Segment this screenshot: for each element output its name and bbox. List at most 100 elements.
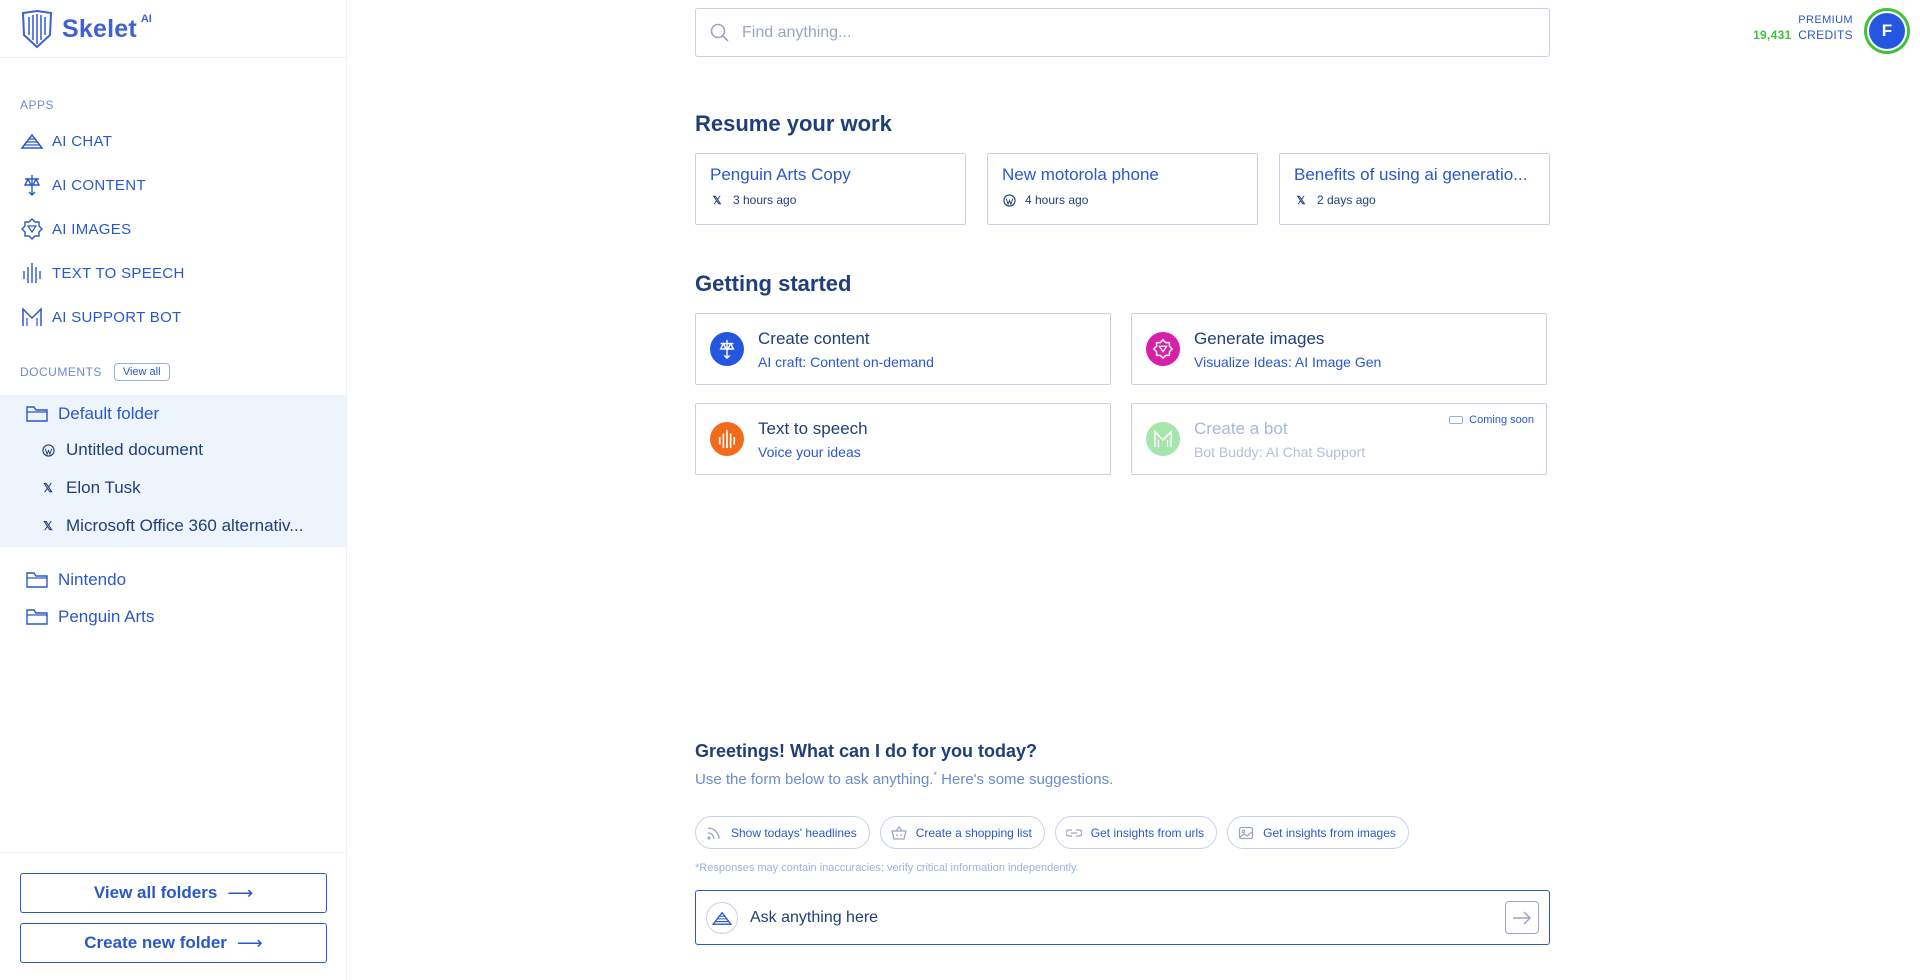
- nav-item-ai-chat[interactable]: AI CHAT: [20, 127, 112, 155]
- divider: [0, 57, 347, 58]
- plan-tier: PREMIUM: [1798, 14, 1853, 26]
- x-icon: 𝕏: [43, 481, 53, 495]
- resume-card[interactable]: Penguin Arts Copy 𝕏 3 hours ago: [695, 153, 966, 225]
- folder-label: Penguin Arts: [58, 607, 155, 626]
- nav-item-text-to-speech[interactable]: TEXT TO SPEECH: [20, 259, 185, 287]
- folder-icon: [26, 609, 48, 625]
- rss-icon: [707, 826, 720, 839]
- document-item[interactable]: 𝕏 Microsoft Office 360 alternativ...: [40, 511, 303, 541]
- document-label: Untitled document: [66, 440, 204, 459]
- create-content-icon: [710, 332, 744, 366]
- resume-card-meta: 𝕏 2 days ago: [1294, 193, 1535, 207]
- document-label: Microsoft Office 360 alternativ...: [66, 516, 304, 535]
- resume-card[interactable]: Benefits of using ai generatio... 𝕏 2 da…: [1279, 153, 1550, 225]
- suggestion-chip-shopping[interactable]: Create a shopping list: [879, 816, 1045, 849]
- badge-label: Coming soon: [1469, 414, 1534, 426]
- greeting-title: Greetings! What can I do for you today?: [695, 741, 1038, 761]
- nav-item-ai-support-bot[interactable]: AI SUPPORT BOT: [20, 303, 182, 331]
- resume-card-title: New motorola phone: [1002, 165, 1159, 184]
- ai-chat-icon: [20, 129, 44, 153]
- resume-card-meta: 𝕏 3 hours ago: [710, 193, 951, 207]
- nav-item-ai-content[interactable]: AI CONTENT: [20, 171, 146, 199]
- card-title: Text to speech: [758, 418, 868, 438]
- ai-content-icon: [20, 173, 44, 197]
- documents-header: DOCUMENTS View all: [20, 363, 170, 381]
- folder-default[interactable]: Default folder: [26, 399, 159, 429]
- generate-images-icon: [1146, 332, 1180, 366]
- chip-label: Show todays' headlines: [731, 825, 857, 840]
- folder-nintendo[interactable]: Nintendo: [26, 565, 126, 595]
- card-text: Create a bot Bot Buddy: AI Chat Support: [1194, 419, 1365, 460]
- ai-support-bot-icon: [20, 305, 44, 329]
- text-to-speech-card[interactable]: Text to speech Voice your ideas: [695, 403, 1111, 475]
- battery-icon: [1449, 416, 1464, 424]
- image-icon: [1239, 826, 1254, 839]
- resume-card-meta: 4 hours ago: [1002, 193, 1243, 207]
- card-text: Create content AI craft: Content on-dema…: [758, 329, 934, 370]
- resume-card-time: 3 hours ago: [733, 193, 797, 207]
- view-all-documents-button[interactable]: View all: [113, 363, 170, 381]
- card-subtitle: Visualize Ideas: AI Image Gen: [1194, 353, 1382, 370]
- create-content-card[interactable]: Create content AI craft: Content on-dema…: [695, 313, 1111, 385]
- card-title: Generate images: [1194, 328, 1325, 348]
- suggestion-chip-urls[interactable]: Get insights from urls: [1054, 816, 1218, 849]
- suggestion-chips: Show todays' headlines Create a shopping…: [695, 816, 1419, 849]
- resume-card-title: Benefits of using ai generatio...: [1294, 165, 1528, 184]
- wordpress-icon: [1002, 193, 1016, 207]
- document-item[interactable]: 𝕏 Elon Tusk: [40, 473, 141, 503]
- card-subtitle: Voice your ideas: [758, 443, 861, 460]
- brand-logo[interactable]: Skelet AI: [20, 8, 152, 50]
- nav-label: TEXT TO SPEECH: [52, 264, 185, 282]
- resume-heading: Resume your work: [695, 111, 892, 136]
- create-bot-card: Create a bot Bot Buddy: AI Chat Support …: [1131, 403, 1547, 475]
- brand-name: Skelet: [62, 14, 137, 43]
- folder-penguin-arts[interactable]: Penguin Arts: [26, 602, 154, 632]
- greeting-subtitle-tail: Here's some suggestions.: [936, 771, 1114, 788]
- resume-card-time: 4 hours ago: [1025, 193, 1089, 207]
- search-icon: [710, 23, 729, 42]
- x-icon: 𝕏: [1296, 194, 1306, 207]
- avatar[interactable]: F: [1864, 8, 1910, 54]
- chat-input[interactable]: [750, 908, 1490, 927]
- credits-label: CREDITS: [1798, 28, 1853, 42]
- card-subtitle: Bot Buddy: AI Chat Support: [1194, 443, 1366, 460]
- chip-label: Create a shopping list: [915, 825, 1032, 840]
- arrow-right-icon: [1513, 910, 1532, 925]
- nav-label: AI CONTENT: [52, 176, 146, 194]
- view-all-folders-button[interactable]: View all folders ⟶: [20, 873, 327, 913]
- suggestion-chip-images[interactable]: Get insights from images: [1227, 816, 1409, 849]
- credits-display: PREMIUM 19,431 CREDITS: [1753, 14, 1853, 42]
- avatar-initial: F: [1869, 13, 1905, 49]
- chip-label: Get insights from images: [1263, 825, 1396, 840]
- generate-images-card[interactable]: Generate images Visualize Ideas: AI Imag…: [1131, 313, 1547, 385]
- disclaimer: *Responses may contain inaccuracies; ver…: [695, 862, 1079, 874]
- sidebar: Skelet AI APPS AI CHAT AI CONTENT AI IMA…: [0, 0, 347, 980]
- apps-label: APPS: [20, 98, 55, 112]
- button-label: Create new folder: [84, 933, 227, 952]
- search-input[interactable]: [742, 23, 1522, 42]
- ai-chat-icon: [706, 901, 738, 934]
- folder-label: Default folder: [58, 404, 160, 423]
- greeting-subtitle-text: Use the form below to ask anything.: [695, 771, 934, 788]
- card-text: Generate images Visualize Ideas: AI Imag…: [1194, 329, 1381, 370]
- button-label: View all folders: [93, 883, 218, 902]
- document-label: Elon Tusk: [66, 478, 141, 497]
- brand-sup: AI: [140, 13, 152, 25]
- resume-card-time: 2 days ago: [1317, 193, 1376, 207]
- documents-label: DOCUMENTS: [20, 365, 102, 379]
- folder-icon: [26, 572, 48, 588]
- folder-label: Nintendo: [58, 570, 127, 589]
- link-icon: [1065, 828, 1082, 837]
- suggestion-chip-headlines[interactable]: Show todays' headlines: [695, 816, 870, 849]
- greeting-subtitle: Use the form below to ask anything.* Her…: [695, 770, 1113, 788]
- document-item[interactable]: Untitled document: [40, 435, 203, 465]
- chip-label: Get insights from urls: [1090, 825, 1205, 840]
- nav-item-ai-images[interactable]: AI IMAGES: [20, 215, 131, 243]
- create-new-folder-button[interactable]: Create new folder ⟶: [20, 923, 327, 963]
- logo-icon: [21, 9, 53, 49]
- folder-icon: [26, 406, 48, 422]
- credits-value: 19,431: [1753, 28, 1792, 42]
- resume-card[interactable]: New motorola phone 4 hours ago: [987, 153, 1258, 225]
- send-button[interactable]: [1505, 901, 1539, 934]
- getting-started-heading: Getting started: [695, 271, 852, 296]
